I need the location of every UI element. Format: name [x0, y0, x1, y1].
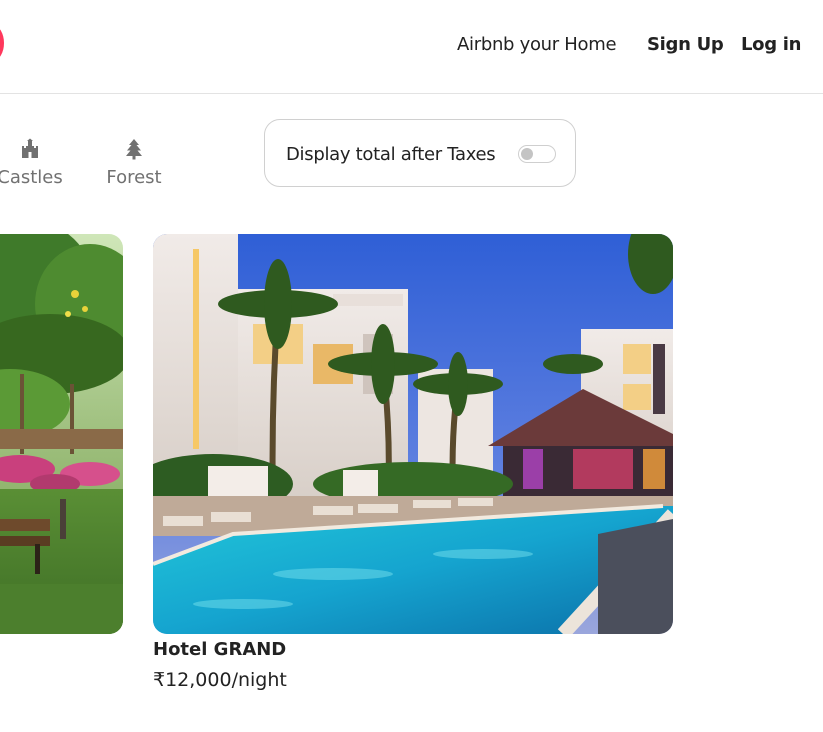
top-header: Airbnb your Home Sign Up Log in: [0, 0, 823, 94]
category-label: Forest: [106, 167, 162, 188]
listing-image[interactable]: [0, 234, 123, 634]
listing-title[interactable]: Hotel GRAND: [153, 638, 286, 662]
category-forest[interactable]: Forest: [100, 138, 168, 190]
tax-toggle-switch[interactable]: [518, 145, 556, 163]
page: Airbnb your Home Sign Up Log in Castles …: [0, 0, 823, 732]
tree-icon: [126, 139, 142, 160]
tax-toggle-label: Display total after Taxes: [286, 144, 496, 165]
listing-image[interactable]: [153, 234, 673, 634]
category-castles[interactable]: Castles: [0, 138, 72, 190]
signup-link[interactable]: Sign Up: [647, 32, 724, 58]
switch-knob: [521, 148, 533, 160]
login-link[interactable]: Log in: [741, 32, 801, 58]
castle-icon: [22, 138, 38, 158]
airbnb-logo-icon[interactable]: [0, 26, 4, 60]
host-link[interactable]: Airbnb your Home: [457, 32, 617, 58]
hotel-pool-photo: [153, 234, 673, 634]
category-label: Castles: [0, 167, 63, 188]
garden-photo: [0, 234, 123, 634]
listing-price: ₹12,000/night: [153, 669, 287, 691]
tax-toggle-box[interactable]: Display total after Taxes: [264, 119, 576, 187]
